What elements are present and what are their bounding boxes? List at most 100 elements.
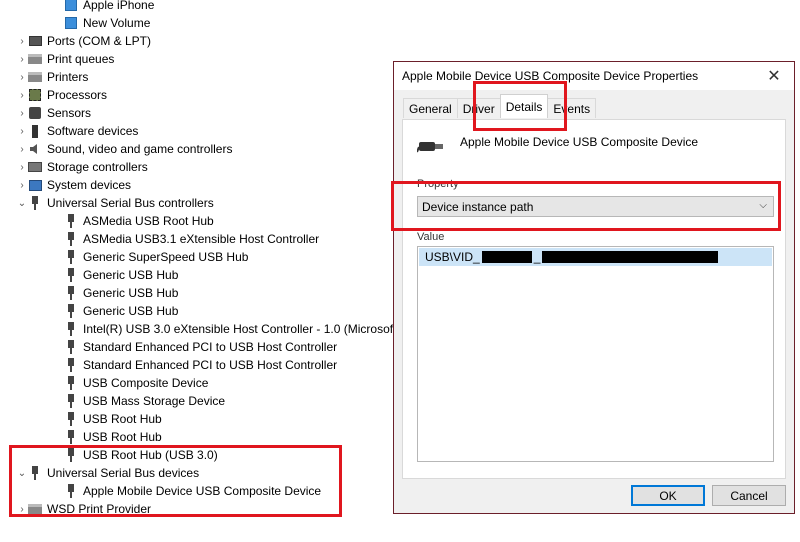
usb-icon bbox=[64, 250, 78, 264]
usb-icon-glyph bbox=[32, 196, 38, 210]
chevron-right-icon[interactable]: › bbox=[16, 50, 28, 68]
value-listbox[interactable]: USB\VID_ _ bbox=[417, 246, 774, 462]
tree-item[interactable]: Apple iPhone bbox=[52, 0, 154, 14]
tree-item[interactable]: › Software devices bbox=[16, 122, 138, 140]
usb-icon bbox=[64, 484, 78, 498]
tree-item[interactable]: USB Composite Device bbox=[52, 374, 208, 392]
tree-item-label: Ports (COM & LPT) bbox=[47, 34, 152, 48]
tree-item[interactable]: › Storage controllers bbox=[16, 158, 147, 176]
dialog-titlebar[interactable]: Apple Mobile Device USB Composite Device… bbox=[394, 62, 794, 90]
tree-item-label: New Volume bbox=[83, 16, 151, 30]
value-label: Value bbox=[417, 231, 445, 243]
tree-item[interactable]: › Processors bbox=[16, 86, 107, 104]
tree-item[interactable]: Generic SuperSpeed USB Hub bbox=[52, 248, 248, 266]
chevron-right-icon[interactable]: › bbox=[16, 104, 28, 122]
tree-item[interactable]: Standard Enhanced PCI to USB Host Contro… bbox=[52, 338, 337, 356]
usb-icon-glyph bbox=[68, 322, 74, 336]
storage-icon-glyph bbox=[28, 162, 42, 172]
tree-item[interactable]: Standard Enhanced PCI to USB Host Contro… bbox=[52, 356, 337, 374]
chevron-right-icon[interactable]: › bbox=[16, 176, 28, 194]
tree-item[interactable]: › Sensors bbox=[16, 104, 91, 122]
tree-item-label: Universal Serial Bus controllers bbox=[47, 196, 214, 210]
tab-general[interactable]: General bbox=[403, 98, 458, 118]
usb-icon-glyph bbox=[68, 214, 74, 228]
tree-item[interactable]: Intel(R) USB 3.0 eXtensible Host Control… bbox=[52, 320, 400, 338]
chevron-right-icon[interactable]: › bbox=[16, 86, 28, 104]
chevron-right-icon[interactable]: › bbox=[16, 122, 28, 140]
tree-item[interactable]: USB Root Hub (USB 3.0) bbox=[52, 446, 218, 464]
tree-item[interactable]: › Ports (COM & LPT) bbox=[16, 32, 151, 50]
dialog-title: Apple Mobile Device USB Composite Device… bbox=[402, 69, 699, 83]
tab-driver[interactable]: Driver bbox=[456, 98, 501, 118]
tree-item[interactable]: USB Root Hub bbox=[52, 428, 162, 446]
device-name: Apple Mobile Device USB Composite Device bbox=[460, 135, 699, 149]
usb-icon bbox=[64, 376, 78, 390]
tree-item[interactable]: Apple Mobile Device USB Composite Device bbox=[52, 482, 321, 500]
usb-plug-icon bbox=[417, 142, 443, 153]
tree-item[interactable]: ASMedia USB3.1 eXtensible Host Controlle… bbox=[52, 230, 319, 248]
printer-icon bbox=[28, 52, 42, 66]
tree-item[interactable]: › WSD Print Provider bbox=[16, 500, 151, 518]
tree-item[interactable]: USB Mass Storage Device bbox=[52, 392, 225, 410]
chevron-right-icon[interactable]: › bbox=[16, 140, 28, 158]
usb-icon bbox=[28, 466, 42, 480]
usb-icon-glyph bbox=[68, 394, 74, 408]
chevron-right-icon[interactable]: › bbox=[16, 68, 28, 86]
tree-item[interactable]: › System devices bbox=[16, 176, 131, 194]
chevron-right-icon[interactable]: › bbox=[16, 158, 28, 176]
usb-icon bbox=[64, 268, 78, 282]
ok-button[interactable]: OK bbox=[631, 485, 705, 506]
tree-item[interactable]: ⌄ Universal Serial Bus devices bbox=[16, 464, 199, 482]
tab-details[interactable]: Details bbox=[499, 94, 549, 118]
chevron-right-icon[interactable]: › bbox=[16, 500, 28, 518]
chevron-down-icon[interactable]: ⌄ bbox=[16, 194, 28, 212]
value-row[interactable]: USB\VID_ _ bbox=[419, 248, 772, 266]
tree-item-label: WSD Print Provider bbox=[47, 502, 152, 516]
tree-item-label: Standard Enhanced PCI to USB Host Contro… bbox=[83, 358, 338, 372]
tree-item[interactable]: Generic USB Hub bbox=[52, 284, 178, 302]
tree-item-label: Print queues bbox=[47, 52, 115, 66]
tree-item[interactable]: › Sound, video and game controllers bbox=[16, 140, 232, 158]
printer-icon-glyph bbox=[28, 72, 42, 82]
tree-item-label: Processors bbox=[47, 88, 108, 102]
tree-item[interactable]: › Print queues bbox=[16, 50, 114, 68]
cancel-button[interactable]: Cancel bbox=[712, 485, 786, 506]
processor-icon bbox=[28, 88, 42, 102]
drive-icon-glyph bbox=[65, 17, 77, 29]
property-dropdown[interactable]: Device instance path ⌵ bbox=[417, 196, 774, 217]
tree-item-label: Software devices bbox=[47, 124, 139, 138]
usb-icon-glyph bbox=[68, 268, 74, 282]
system-icon bbox=[28, 178, 42, 192]
tree-item[interactable]: Generic USB Hub bbox=[52, 302, 178, 320]
tree-item-label: USB Composite Device bbox=[83, 376, 209, 390]
processor-icon-glyph bbox=[29, 89, 41, 101]
tree-item-label: Sensors bbox=[47, 106, 92, 120]
tree-item[interactable]: USB Root Hub bbox=[52, 410, 162, 428]
printer-icon-glyph bbox=[28, 54, 42, 64]
tree-item-label: System devices bbox=[47, 178, 132, 192]
close-button[interactable]: ✕ bbox=[754, 62, 794, 90]
tree-item-label: ASMedia USB3.1 eXtensible Host Controlle… bbox=[83, 232, 320, 246]
tree-item[interactable]: ⌄ Universal Serial Bus controllers bbox=[16, 194, 214, 212]
tree-item[interactable]: ASMedia USB Root Hub bbox=[52, 212, 214, 230]
tree-item-label: USB Root Hub (USB 3.0) bbox=[83, 448, 218, 462]
tab-events[interactable]: Events bbox=[547, 98, 597, 118]
tree-item[interactable]: › Printers bbox=[16, 68, 88, 86]
tree-item[interactable]: New Volume bbox=[52, 14, 150, 32]
usb-icon bbox=[64, 412, 78, 426]
usb-icon bbox=[28, 196, 42, 210]
usb-icon bbox=[64, 232, 78, 246]
usb-icon bbox=[64, 340, 78, 354]
printer-icon bbox=[28, 502, 42, 516]
tree-item-label: Sound, video and game controllers bbox=[47, 142, 233, 156]
tree-item[interactable]: Generic USB Hub bbox=[52, 266, 178, 284]
usb-icon bbox=[64, 448, 78, 462]
chevron-down-icon[interactable]: ⌄ bbox=[16, 464, 28, 482]
chevron-right-icon[interactable]: › bbox=[16, 32, 28, 50]
